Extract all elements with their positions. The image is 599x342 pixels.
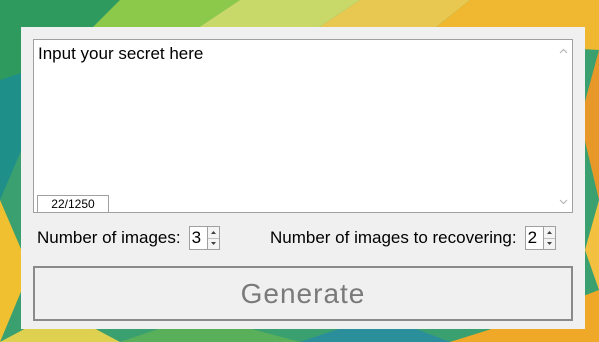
images-decrement-icon[interactable] <box>208 239 219 250</box>
recover-increment-icon[interactable] <box>543 227 555 239</box>
images-count-value[interactable]: 3 <box>188 226 207 250</box>
recover-count-label: Number of images to recovering: <box>270 228 517 247</box>
scroll-up-icon[interactable] <box>555 42 572 59</box>
images-increment-icon[interactable] <box>207 227 219 239</box>
main-panel: Input your secret here 22/1250 Number of… <box>21 27 585 329</box>
images-count-row: Number of images: 3 <box>37 224 220 252</box>
vertical-scrollbar[interactable] <box>555 40 572 212</box>
recover-decrement-icon[interactable] <box>544 239 555 250</box>
recover-count-value[interactable]: 2 <box>524 226 543 250</box>
recover-count-row: Number of images to recovering: 2 <box>270 224 556 252</box>
images-count-label: Number of images: <box>37 228 181 247</box>
recover-count-stepper[interactable]: 2 <box>524 226 556 250</box>
images-count-stepper[interactable]: 3 <box>188 226 220 250</box>
secret-text[interactable]: Input your secret here <box>38 44 203 64</box>
scroll-down-icon[interactable] <box>555 193 572 210</box>
generate-button[interactable]: Generate <box>33 266 573 321</box>
secret-textarea[interactable]: Input your secret here 22/1250 <box>33 39 573 213</box>
character-counter: 22/1250 <box>37 195 109 212</box>
